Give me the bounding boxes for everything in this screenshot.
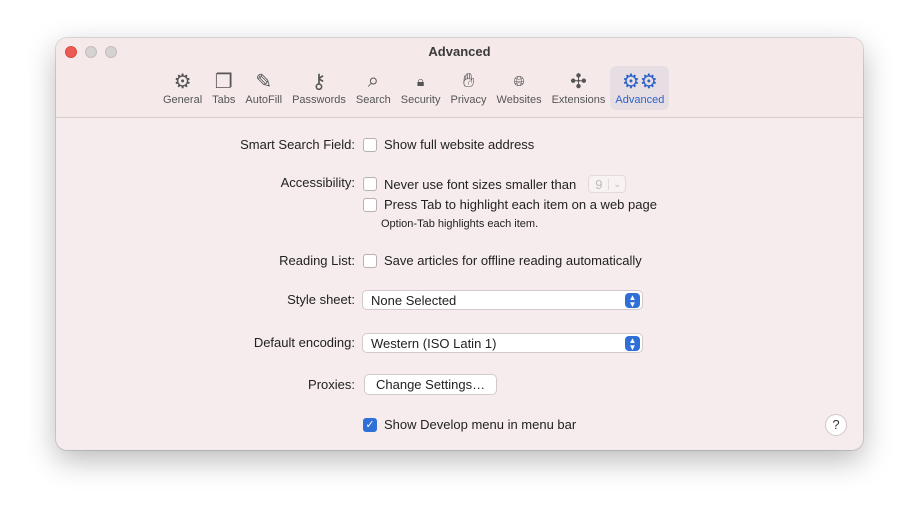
change-settings-button[interactable]: Change Settings… [364, 374, 498, 395]
encoding-select[interactable]: Western (ISO Latin 1) ▲ ▼ [362, 333, 643, 353]
tab-label: Passwords [292, 94, 346, 106]
show-full-address-checkbox[interactable]: Show full website address [363, 137, 534, 152]
tab-label: Extensions [551, 94, 606, 106]
toolbar: Advanced ⚙ General ❐ Tabs ✎ AutoFill ⚷ Password… [56, 38, 863, 118]
checkbox-label: Show Develop menu in menu bar [384, 417, 577, 432]
style-sheet-select[interactable]: None Selected ▲ ▼ [362, 290, 643, 310]
accessibility-label: Accessibility: [280, 175, 355, 190]
checkbox[interactable] [363, 253, 377, 268]
updown-chevron-icon: ▲ ▼ [625, 336, 640, 352]
font-size-value: 9 [595, 176, 603, 192]
tab-search[interactable]: ⌕ Search [351, 66, 396, 110]
reading-list-label: Reading List: [279, 253, 355, 268]
checkbox-label: Show full website address [384, 137, 535, 152]
tab-highlight-checkbox[interactable]: Press Tab to highlight each item on a we… [363, 197, 657, 212]
tab-label: General [163, 94, 203, 106]
tab-privacy[interactable]: ✋︎ Privacy [445, 66, 491, 110]
tab-label: Advanced [615, 94, 665, 106]
tab-general[interactable]: ⚙ General [158, 66, 207, 110]
proxies-label: Proxies: [308, 377, 355, 392]
preferences-window: Advanced ⚙ General ❐ Tabs ✎ AutoFill ⚷ Password… [56, 38, 863, 450]
tab-extensions[interactable]: ✣ Extensions [547, 66, 611, 110]
window-title: Advanced [428, 44, 491, 59]
checkbox[interactable] [363, 137, 377, 152]
min-font-size-checkbox[interactable]: Never use font sizes smaller than 9 ⌄ [363, 175, 626, 193]
gears-icon: ⚙⚙ [621, 70, 658, 93]
tab-label: Search [355, 94, 391, 106]
checkbox-label: Never use font sizes smaller than [384, 176, 577, 192]
checkbox-label: Press Tab to highlight each item on a we… [384, 197, 657, 212]
checkbox-label: Save articles for offline reading automa… [384, 253, 642, 268]
develop-menu-checkbox[interactable]: ✓ Show Develop menu in menu bar [363, 417, 576, 432]
tabs-icon: ❐ [214, 70, 233, 93]
chevron-down-icon: ⌄ [608, 178, 625, 190]
autofill-icon: ✎ [255, 70, 273, 93]
tab-tabs[interactable]: ❐ Tabs [207, 66, 240, 110]
gear-icon: ⚙ [173, 70, 192, 93]
tab-label: Tabs [212, 94, 236, 106]
select-value: None Selected [371, 293, 457, 308]
tab-passwords[interactable]: ⚷ Passwords [287, 66, 351, 110]
key-icon: ⚷ [311, 70, 327, 93]
tab-label: Security [400, 94, 441, 106]
lock-icon: 🔒︎ [416, 72, 425, 89]
smart-search-label: Smart Search Field: [240, 137, 355, 152]
font-size-select[interactable]: 9 ⌄ [588, 175, 626, 193]
preference-tabs: ⚙ General ❐ Tabs ✎ AutoFill ⚷ Passwords ⌕ Search 🔒… [158, 66, 670, 110]
tab-label: Websites [496, 94, 542, 106]
search-icon: ⌕ [367, 69, 379, 92]
encoding-label: Default encoding: [253, 335, 355, 350]
tab-label: AutoFill [245, 94, 283, 106]
puzzle-icon: ✣ [570, 70, 587, 93]
tab-security[interactable]: 🔒︎ Security [396, 66, 446, 110]
style-sheet-label: Style sheet: [287, 292, 355, 307]
globe-icon: 🌐︎ [513, 72, 525, 89]
checkbox[interactable] [363, 177, 377, 191]
hand-icon: ✋︎ [462, 69, 475, 92]
checkbox[interactable] [363, 197, 377, 212]
offline-reading-checkbox[interactable]: Save articles for offline reading automa… [363, 253, 642, 268]
updown-chevron-icon: ▲ ▼ [625, 293, 640, 309]
checkmark-icon[interactable]: ✓ [363, 417, 377, 432]
tab-autofill[interactable]: ✎ AutoFill [240, 66, 287, 110]
tab-label: Privacy [450, 94, 487, 106]
tab-websites[interactable]: 🌐︎ Websites [492, 66, 547, 110]
tab-hint: Option-Tab highlights each item. [381, 218, 539, 230]
help-button[interactable]: ? [825, 414, 847, 436]
select-value: Western (ISO Latin 1) [371, 336, 497, 351]
tab-advanced[interactable]: ⚙⚙ Advanced [610, 66, 670, 110]
